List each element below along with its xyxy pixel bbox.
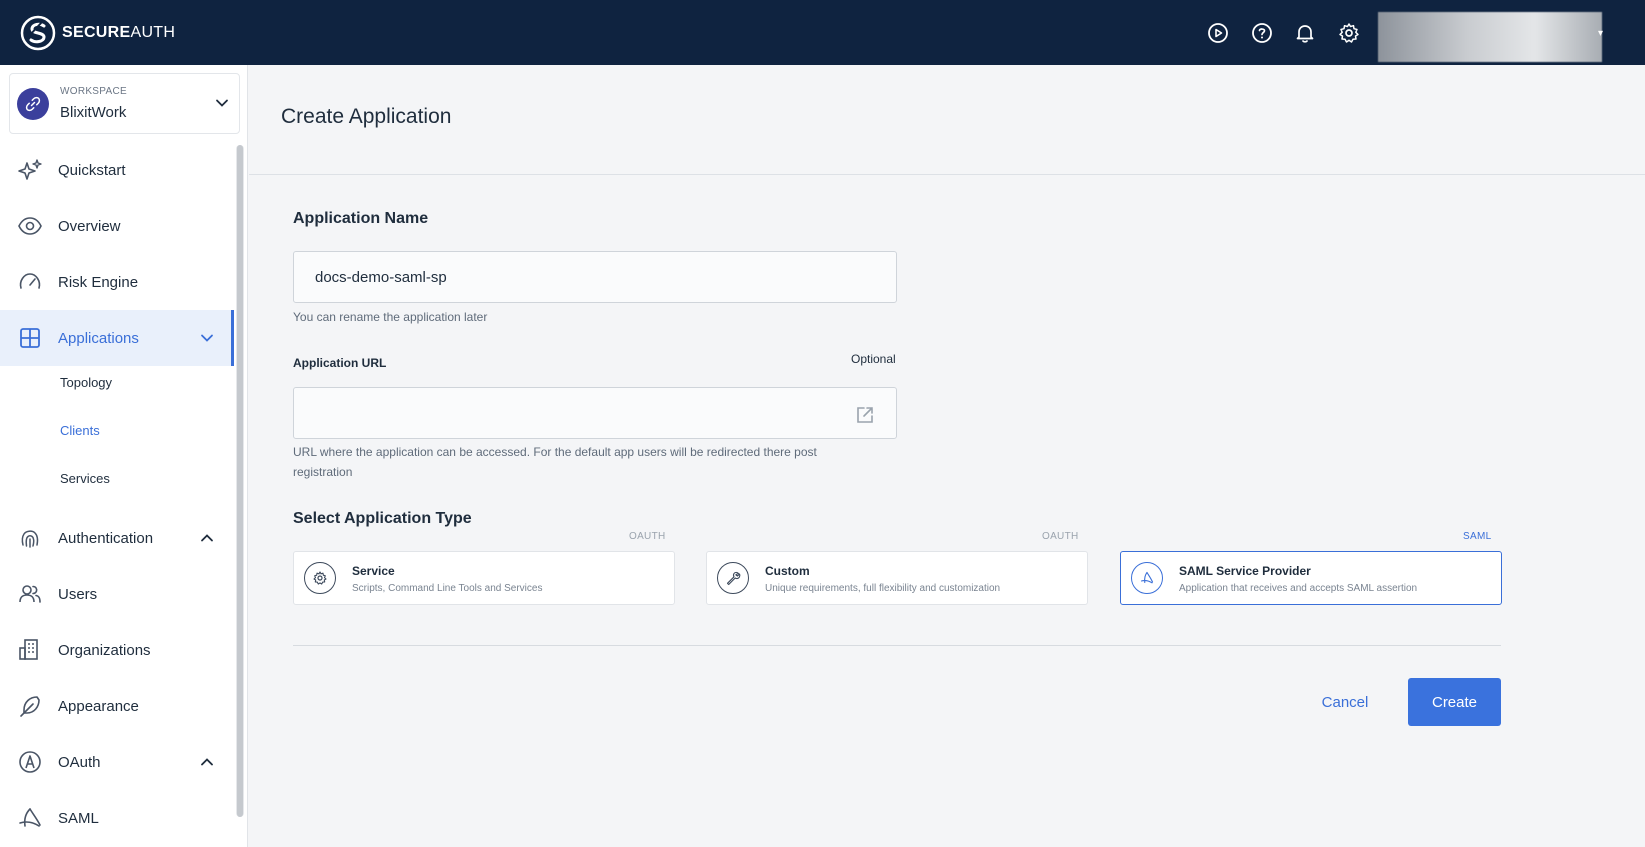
page-title: Create Application	[281, 105, 452, 128]
chevron-up-icon	[201, 534, 213, 542]
help-icon[interactable]	[1250, 21, 1274, 45]
link-icon	[17, 88, 49, 120]
saml-icon	[1131, 562, 1163, 594]
sidebar-item-saml[interactable]: SAML	[0, 790, 234, 846]
sidebar-item-label: Applications	[58, 329, 139, 347]
cancel-button[interactable]: Cancel	[1300, 678, 1390, 726]
app-type-description: Scripts, Command Line Tools and Services	[352, 583, 543, 594]
caret-down-icon[interactable]: ▾	[1598, 28, 1603, 39]
external-link-icon[interactable]	[855, 405, 875, 425]
type-badge-saml: SAML	[1463, 531, 1492, 542]
sidebar: WORKSPACE BlixitWork Quickstart Overview…	[0, 65, 248, 847]
sidebar-item-label: Risk Engine	[58, 273, 139, 291]
sidebar-item-organizations[interactable]: Organizations	[0, 622, 234, 678]
sidebar-item-authentication[interactable]: Authentication	[0, 510, 234, 566]
app-type-title: Custom	[765, 564, 810, 578]
users-icon	[17, 581, 43, 607]
sidebar-item-label: Overview	[58, 217, 121, 235]
type-badge-oauth: OAUTH	[629, 531, 666, 542]
sidebar-item-oauth[interactable]: OAuth	[0, 734, 234, 790]
application-url-helper: URL where the application can be accesse…	[293, 445, 817, 459]
building-icon	[17, 637, 43, 663]
sidebar-item-overview[interactable]: Overview	[0, 198, 234, 254]
sidebar-item-label: SAML	[58, 809, 99, 827]
scrollbar-thumb[interactable]	[237, 145, 243, 817]
sidebar-item-risk-engine[interactable]: Risk Engine	[0, 254, 234, 310]
sidebar-item-appearance[interactable]: Appearance	[0, 678, 234, 734]
play-circle-icon[interactable]	[1206, 21, 1230, 45]
logo-text: SECUREAUTH	[62, 24, 176, 41]
create-button[interactable]: Create	[1408, 678, 1501, 726]
eye-icon	[17, 213, 43, 239]
application-name-title: Application Name	[293, 210, 429, 227]
optional-label: Optional	[851, 352, 896, 366]
chevron-down-icon	[216, 99, 228, 107]
workspace-selector[interactable]: WORKSPACE BlixitWork	[9, 73, 240, 134]
workspace-label: WORKSPACE	[60, 86, 127, 97]
oauth-icon	[17, 749, 43, 775]
application-name-helper: You can rename the application later	[293, 310, 488, 324]
sidebar-subitem-topology[interactable]: Topology	[60, 375, 112, 390]
sidebar-item-applications[interactable]: Applications	[0, 310, 234, 366]
application-name-input[interactable]	[293, 251, 897, 303]
sidebar-item-label: Users	[58, 585, 98, 603]
sidebar-item-label: OAuth	[58, 753, 101, 771]
app-type-custom-card[interactable]: Custom Unique requirements, full flexibi…	[706, 551, 1088, 605]
secureauth-logo[interactable]: SECUREAUTH	[20, 15, 175, 51]
application-url-input[interactable]	[293, 387, 897, 439]
application-url-helper-cont: registration	[293, 465, 353, 479]
divider	[293, 645, 1501, 646]
sidebar-item-users[interactable]: Users	[0, 566, 234, 622]
select-application-type-title: Select Application Type	[293, 510, 472, 527]
chevron-down-icon	[201, 334, 213, 342]
app-type-service-card[interactable]: Service Scripts, Command Line Tools and …	[293, 551, 675, 605]
logo-icon	[20, 15, 56, 51]
sidebar-item-quickstart[interactable]: Quickstart	[0, 142, 234, 198]
gauge-icon	[17, 269, 43, 295]
app-type-title: Service	[352, 564, 395, 578]
gear-icon[interactable]	[1337, 21, 1361, 45]
fingerprint-icon	[17, 525, 43, 551]
page-header: Create Application	[249, 65, 1645, 175]
sidebar-scrollbar[interactable]	[236, 145, 244, 817]
sidebar-subitem-services[interactable]: Services	[60, 471, 110, 486]
app-type-saml-card[interactable]: SAML Service Provider Application that r…	[1120, 551, 1502, 605]
application-url-label: Application URL	[293, 356, 387, 370]
user-profile-button[interactable]	[1378, 12, 1602, 62]
feather-icon	[17, 693, 43, 719]
chevron-up-icon	[201, 758, 213, 766]
app-type-description: Application that receives and accepts SA…	[1179, 583, 1418, 594]
sidebar-subitem-clients[interactable]: Clients	[60, 423, 100, 438]
workspace-name: BlixitWork	[60, 104, 127, 121]
wrench-icon	[717, 562, 749, 594]
gear-icon	[304, 562, 336, 594]
top-bar: SECUREAUTH ▾	[0, 0, 1645, 65]
grid-icon	[17, 325, 43, 351]
saml-icon	[17, 805, 43, 831]
sidebar-item-label: Authentication	[58, 529, 154, 547]
app-type-description: Unique requirements, full flexibility an…	[765, 583, 1001, 594]
sparkles-icon	[17, 157, 43, 183]
type-badge-oauth: OAUTH	[1042, 531, 1079, 542]
bell-icon[interactable]	[1293, 21, 1317, 45]
sidebar-item-label: Appearance	[58, 697, 139, 715]
app-type-title: SAML Service Provider	[1179, 564, 1311, 578]
sidebar-item-label: Organizations	[58, 641, 151, 659]
sidebar-item-label: Quickstart	[58, 161, 126, 179]
